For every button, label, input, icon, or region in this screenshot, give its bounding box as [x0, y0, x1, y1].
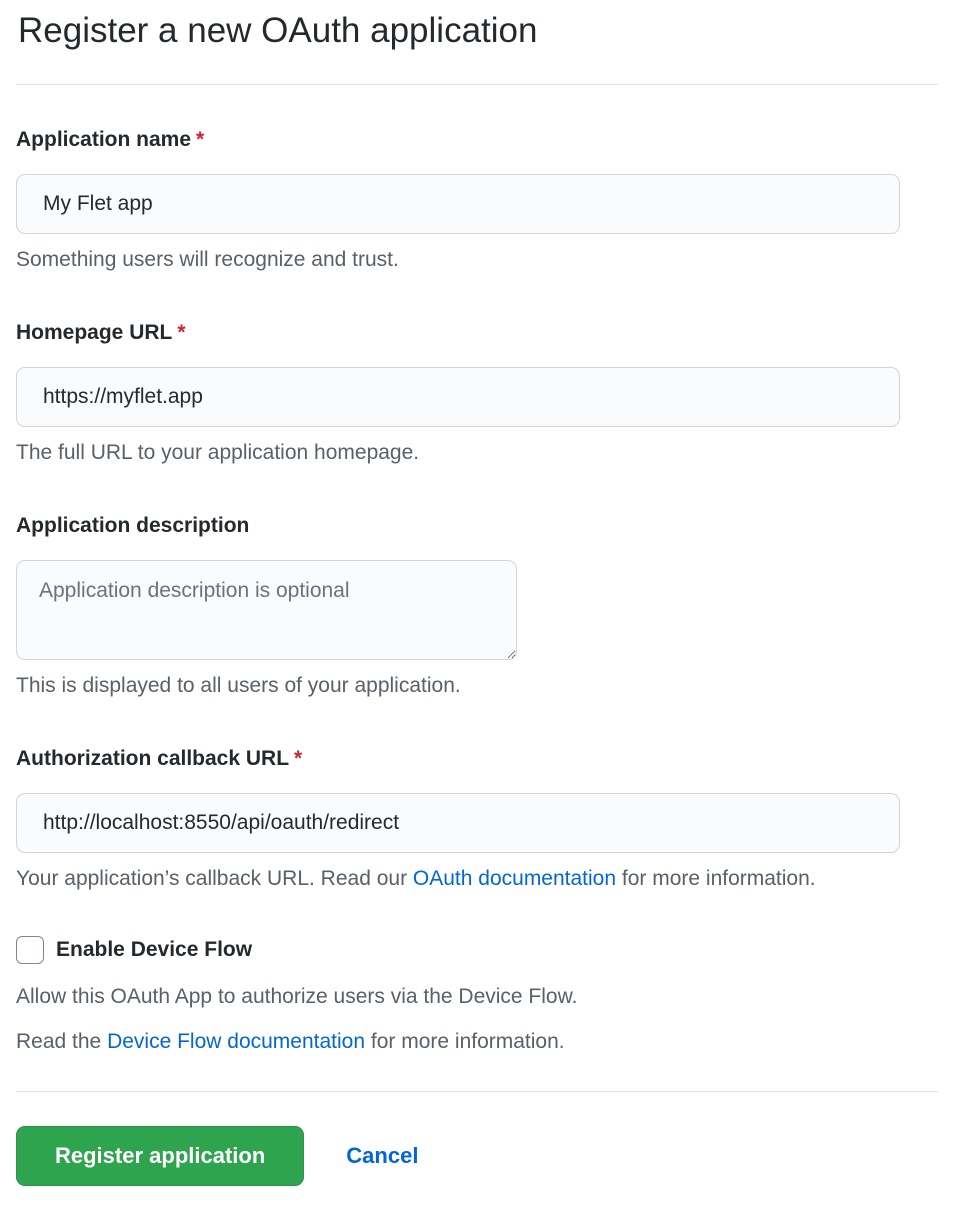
callback-url-label-text: Authorization callback URL [16, 747, 289, 770]
register-oauth-form: Application name* Something users will r… [16, 124, 938, 1186]
oauth-documentation-link[interactable]: OAuth documentation [413, 867, 616, 890]
device-flow-docs-helper-prefix: Read the [16, 1030, 107, 1053]
homepage-url-helper: The full URL to your application homepag… [16, 437, 938, 468]
form-actions: Register application Cancel [16, 1126, 938, 1186]
required-asterisk: * [177, 321, 185, 344]
register-application-button[interactable]: Register application [16, 1126, 304, 1186]
application-name-group: Application name* Something users will r… [16, 124, 938, 275]
application-description-helper: This is displayed to all users of your a… [16, 670, 938, 701]
enable-device-flow-label[interactable]: Enable Device Flow [56, 934, 252, 965]
device-flow-row: Enable Device Flow [16, 934, 938, 965]
callback-url-helper-text-suffix: for more information. [616, 867, 816, 890]
cancel-link[interactable]: Cancel [346, 1143, 418, 1169]
application-description-label-text: Application description [16, 514, 249, 537]
required-asterisk: * [294, 747, 302, 770]
device-flow-helper: Allow this OAuth App to authorize users … [16, 981, 938, 1012]
callback-url-label: Authorization callback URL* [16, 743, 938, 774]
callback-url-group: Authorization callback URL* Your applica… [16, 743, 938, 894]
callback-url-helper-text: Your application’s callback URL. Read ou… [16, 867, 413, 890]
application-description-label: Application description [16, 510, 938, 541]
enable-device-flow-checkbox[interactable] [16, 936, 44, 964]
application-description-textarea[interactable] [16, 560, 517, 660]
oauth-registration-page: Register a new OAuth application Applica… [0, 0, 954, 1211]
application-name-helper: Something users will recognize and trust… [16, 244, 938, 275]
application-name-input[interactable] [16, 174, 900, 234]
application-description-group: Application description This is displaye… [16, 510, 938, 701]
application-name-label-text: Application name [16, 128, 191, 151]
callback-url-helper: Your application’s callback URL. Read ou… [16, 863, 938, 894]
device-flow-group: Enable Device Flow Allow this OAuth App … [16, 934, 938, 1057]
homepage-url-label-text: Homepage URL [16, 321, 172, 344]
homepage-url-group: Homepage URL* The full URL to your appli… [16, 317, 938, 468]
application-name-label: Application name* [16, 124, 938, 155]
homepage-url-label: Homepage URL* [16, 317, 938, 348]
page-title: Register a new OAuth application [16, 0, 938, 85]
device-flow-documentation-link[interactable]: Device Flow documentation [107, 1030, 365, 1053]
required-asterisk: * [196, 128, 204, 151]
form-divider [16, 1091, 938, 1092]
homepage-url-input[interactable] [16, 367, 900, 427]
device-flow-docs-helper: Read the Device Flow documentation for m… [16, 1026, 938, 1057]
callback-url-input[interactable] [16, 793, 900, 853]
device-flow-docs-helper-suffix: for more information. [365, 1030, 565, 1053]
